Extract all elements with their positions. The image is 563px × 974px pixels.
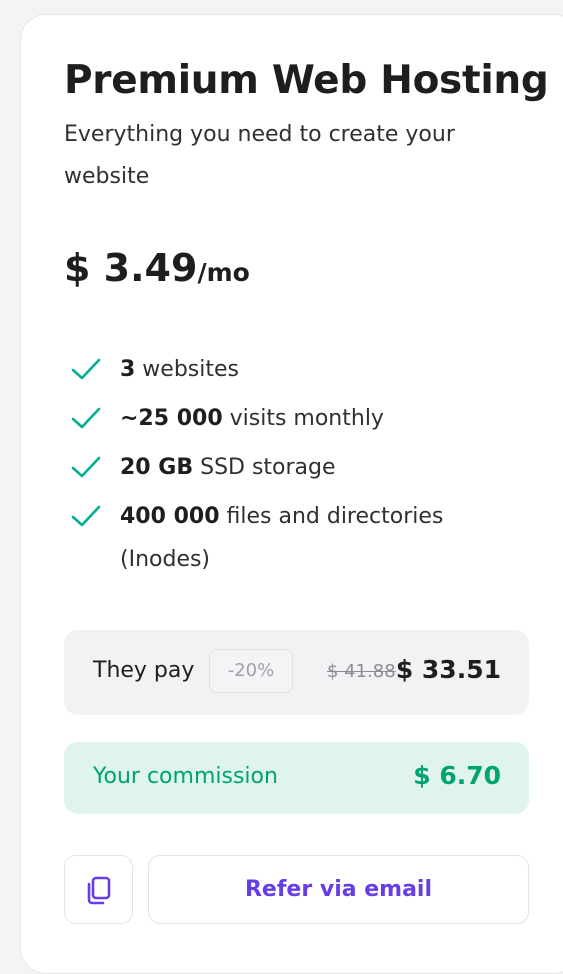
- discount-badge: -20%: [209, 649, 293, 693]
- refer-via-email-button[interactable]: Refer via email: [148, 855, 529, 924]
- feature-text: visits monthly: [222, 406, 384, 431]
- check-icon: [71, 456, 101, 478]
- feature-value: 20 GB: [120, 455, 194, 480]
- feature-item: 20 GB SSD storage: [70, 446, 500, 489]
- feature-item: ~25 000 visits monthly: [70, 397, 500, 440]
- commission-box: Your commission $ 6.70: [64, 742, 529, 814]
- copy-icon: [87, 876, 111, 905]
- check-icon: [71, 505, 101, 527]
- feature-item: 3 websites: [70, 348, 500, 391]
- discounted-price: $ 33.51: [395, 655, 501, 684]
- feature-value: 3: [120, 357, 136, 382]
- copy-link-button[interactable]: [64, 855, 133, 924]
- feature-item: 400 000 files and directories (Inodes): [70, 495, 500, 581]
- price-period: /mo: [197, 258, 250, 287]
- feature-value: 400 000: [120, 504, 220, 529]
- plan-title: Premium Web Hosting: [64, 58, 549, 103]
- feature-text: websites: [135, 357, 239, 382]
- check-icon: [71, 407, 101, 429]
- feature-text: SSD storage: [193, 455, 336, 480]
- check-icon: [71, 358, 101, 380]
- feature-value: ~25 000: [120, 406, 223, 431]
- they-pay-label: They pay: [93, 658, 195, 683]
- old-price: $ 41.88: [327, 661, 396, 682]
- they-pay-box: They pay -20% $ 41.88 $ 33.51: [64, 630, 529, 715]
- plan-price: $ 3.49/mo: [64, 246, 250, 290]
- commission-label: Your commission: [93, 764, 278, 789]
- commission-value: $ 6.70: [413, 761, 501, 790]
- feature-list: 3 websites ~25 000 visits monthly 20 GB …: [70, 348, 500, 587]
- plan-subtitle: Everything you need to create your websi…: [64, 122, 455, 189]
- price-amount: $ 3.49: [64, 246, 198, 290]
